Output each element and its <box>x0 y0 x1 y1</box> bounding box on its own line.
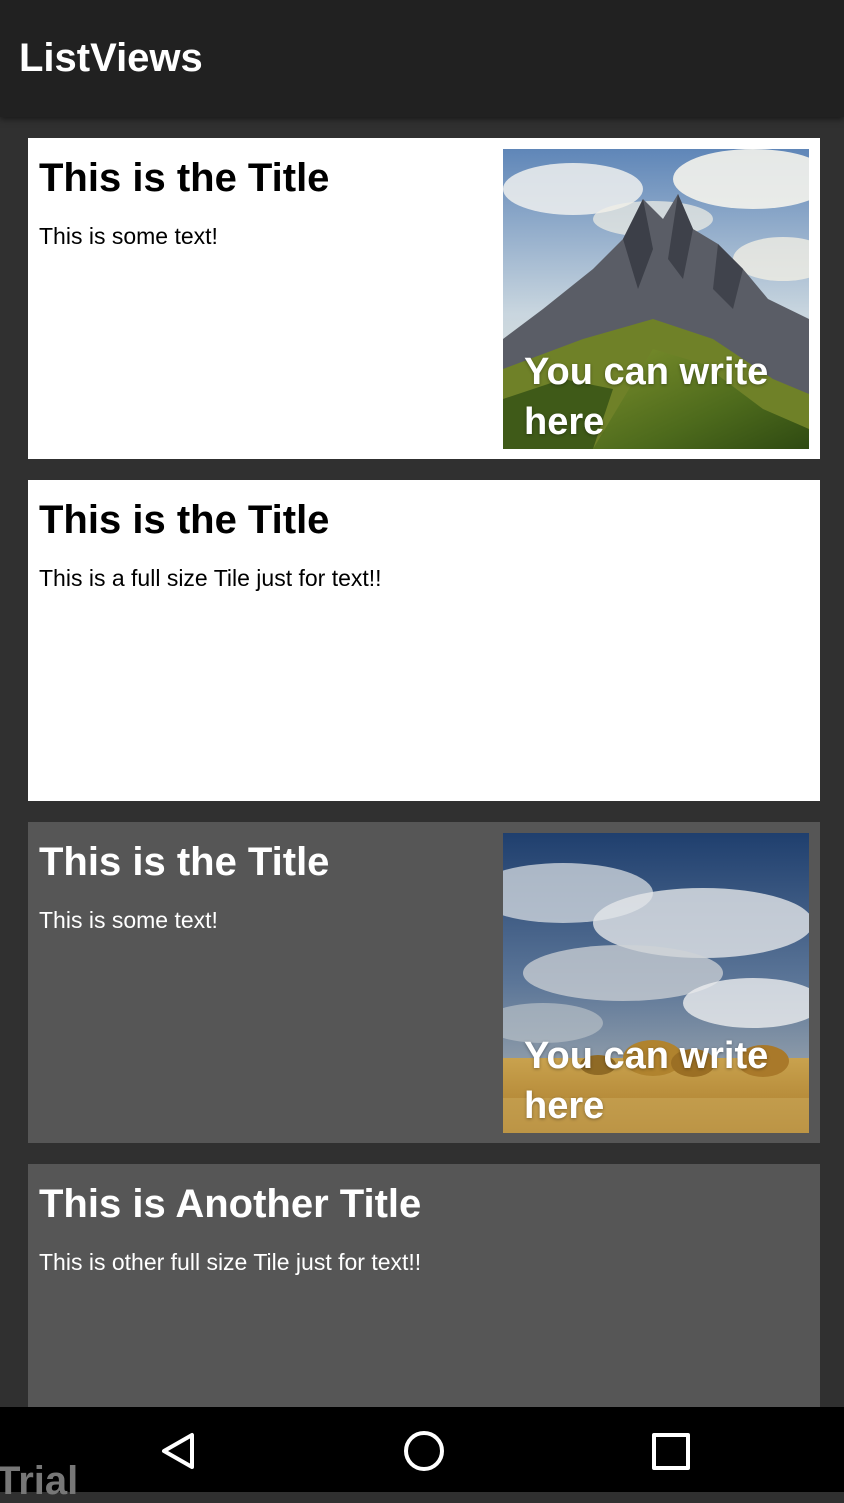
recents-button[interactable] <box>641 1427 701 1475</box>
tile-text: This is other full size Tile just for te… <box>39 1249 422 1275</box>
tile-card[interactable]: This is the Title This is some text! You… <box>28 138 820 459</box>
app-title: ListViews <box>19 36 203 80</box>
tile-text: This is some text! <box>39 907 218 933</box>
app-bar: ListViews <box>0 0 844 117</box>
tile-title: This is the Title <box>39 840 330 884</box>
tile-card[interactable]: This is Another Title This is other full… <box>28 1164 820 1407</box>
recents-icon <box>652 1433 690 1470</box>
cloudy-field-image: You can write here <box>503 833 809 1133</box>
trial-watermark: Trial <box>0 1459 79 1503</box>
tile-list[interactable]: This is the Title This is some text! You… <box>0 117 844 1407</box>
home-icon <box>404 1431 444 1471</box>
back-button[interactable] <box>148 1427 208 1475</box>
tile-title: This is Another Title <box>39 1182 422 1226</box>
tile-title: This is the Title <box>39 156 330 200</box>
navigation-bar: Trial <box>0 1407 844 1503</box>
mountain-landscape-image: You can write here <box>503 149 809 449</box>
image-caption: You can write here <box>524 351 769 443</box>
tile-text: This is some text! <box>39 223 218 249</box>
home-button[interactable] <box>394 1427 454 1475</box>
tile-text: This is a full size Tile just for text!! <box>39 565 382 591</box>
tile-card[interactable]: This is the Title This is a full size Ti… <box>28 480 820 801</box>
image-caption: You can write here <box>524 1035 769 1127</box>
tile-title: This is the Title <box>39 498 330 542</box>
back-icon <box>162 1433 194 1469</box>
tile-card[interactable]: This is the Title This is some text! You… <box>28 822 820 1143</box>
